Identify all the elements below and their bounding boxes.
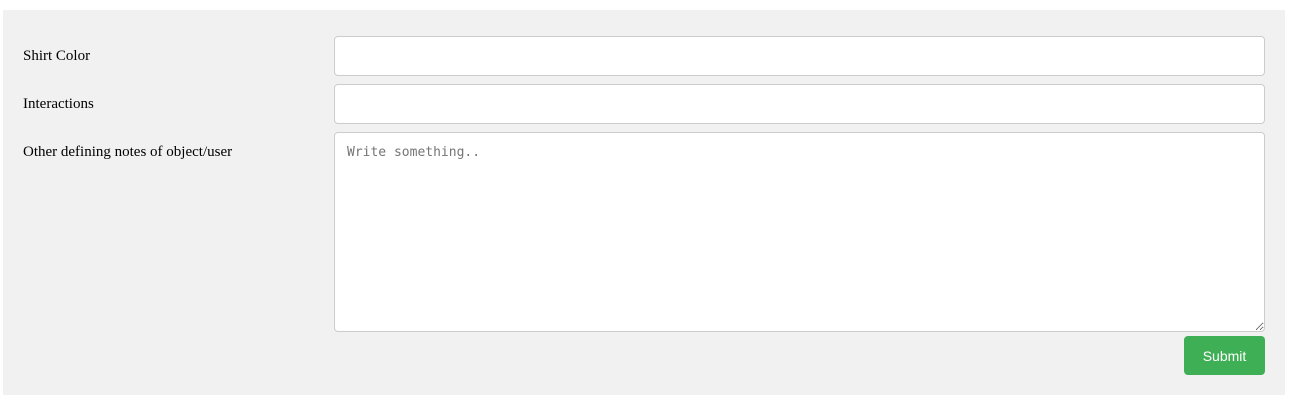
submit-button[interactable]: Submit [1184,336,1265,375]
notes-label: Other defining notes of object/user [23,144,233,160]
shirt-color-label: Shirt Color [23,48,91,64]
shirt-color-input[interactable] [334,36,1265,76]
contact-form: Shirt Color Interactions Other defining … [3,10,1285,395]
notes-textarea[interactable] [334,132,1265,332]
interactions-input[interactable] [334,84,1265,124]
interactions-label: Interactions [23,96,94,112]
